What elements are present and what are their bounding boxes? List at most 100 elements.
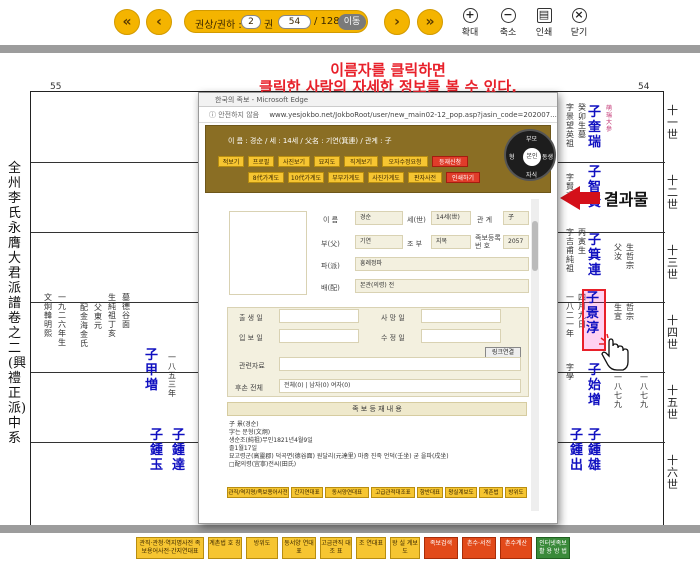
person-name[interactable]: 子 奎 瑞 [588,105,602,150]
generation-label: 十一世 [667,104,678,141]
person-name[interactable]: 子 甲 増 [145,348,159,393]
bottom-button[interactable]: 고금관직 대 조 표 [320,537,352,559]
era-table-button[interactable]: 동서양연대표 [325,487,369,498]
page-input[interactable]: 54 [278,15,311,29]
print-popup-button[interactable]: 인쇄하기 [446,172,480,183]
office-compare-button[interactable]: 고급관적대조표 [371,487,415,498]
pointer-hand-icon [599,333,629,371]
couple-tree-button[interactable]: 부부가계도 [328,172,364,183]
royal-lineage-button[interactable]: 왕실계보도 [445,487,477,498]
note-line: 생순조(純祖)무인1821년4월9일 [229,437,313,444]
zoom-out-button[interactable]: − 축소 [493,8,523,38]
person-name[interactable]: 子 鍾 雄 [588,428,602,473]
name-value: 경순 [355,211,403,225]
entry-text: 一八五三年 [168,353,176,398]
plus-icon: + [462,8,478,23]
bottom-button[interactable]: 인터넷족보 활 용 방 법 [536,537,570,559]
person-name[interactable]: 子 鍾 玉 [150,428,164,473]
go-button[interactable]: 이동 [338,14,366,30]
volume-unit: 권 [264,20,274,31]
arrow-shaft [578,192,600,204]
generation-label: 十四世 [667,314,678,351]
grave-map-button[interactable]: 묘지도 [314,156,340,167]
bottom-button[interactable]: 족보검색 [424,537,458,559]
entry-text: 生宣 [614,303,622,321]
bottom-button[interactable]: 촌수계산 [500,537,532,559]
lineage-view-button[interactable]: 직계보기 [344,156,378,167]
hangban-button[interactable]: 항반대표 [417,487,443,498]
top-toolbar: « ‹ 권상/권하 : 2 권 54 / 1283 이동 › » + 확대 − … [0,0,700,45]
relation-wheel[interactable]: 부모 형 동생 자식 본인 [504,129,556,181]
fix-date-label: 수 정 일 [381,334,405,342]
first-page-button[interactable]: « [114,9,140,35]
bottom-menu-bar: 관직·관청·역지명사전 족보용어사전·간지연대표 계촌법 호 칭 방위도 동서양… [0,533,700,565]
dictionary-button[interactable]: 판자사전 [408,172,442,183]
entry-text: 墓德谷面 [122,293,130,329]
wheel-younger-sibling[interactable]: 동생 [542,152,553,161]
fix-date-value [421,329,501,343]
entry-text: 字吉甫純祖 [566,228,574,273]
person-name[interactable]: 子 鍾 達 [172,428,186,473]
office-dictionary-button[interactable]: 관직/역지명/족보용어사전 [227,487,289,498]
entry-text: 丙寅生 [578,228,586,255]
zoom-in-button[interactable]: + 확대 [455,8,485,38]
page-navigator: 권상/권하 : 2 권 54 / 1283 이동 [184,10,368,33]
register-request-button[interactable]: 등재신청 [432,156,468,167]
person-name[interactable]: 子 鍾 出 [570,428,584,473]
related-value [279,357,521,371]
birth-value [279,309,359,323]
record-notes: 子 景(경순) 字는 문형(文炯) 생순조(純祖)무인1821년4월9일 졸1월… [229,421,519,469]
print-button[interactable]: ▤ 인쇄 [529,8,559,38]
book-title: 全州李氏永膺大君派譜 卷之二 (興禮正派) 中系 [8,161,27,446]
family-tree-10-button[interactable]: 10代가계도 [288,172,324,183]
entry-text: 文炯韓明熙 [44,293,52,338]
zoom-in-label: 확대 [461,28,479,38]
last-page-button[interactable]: » [417,9,443,35]
bottom-button[interactable]: 왕 실 계보도 [390,537,420,559]
highlighted-name[interactable]: 子 景 淳 [586,291,602,336]
father-label: 부(父) [321,240,340,248]
kinship-button[interactable]: 계촌법 [479,487,503,498]
result-label: 결과물 [604,190,649,209]
photo-tree-button[interactable]: 사진가계도 [368,172,404,183]
next-page-button[interactable]: › [384,9,410,35]
adopt-label: 입 보 일 [239,334,263,342]
wheel-older-sibling[interactable]: 형 [509,152,515,161]
bottom-button[interactable]: 방위도 [246,537,278,559]
death-value [421,309,501,323]
generation-label: 十三世 [667,244,678,281]
bottom-button[interactable]: 촌수·서전 [462,537,496,559]
direction-button[interactable]: 방위도 [505,487,527,498]
grandfather-label: 조 부 [407,240,423,248]
person-name[interactable]: 子 箕 連 [588,233,602,278]
result-callout: 결과물 [554,180,684,216]
typo-fix-request-button[interactable]: 오자수정요청 [382,156,428,167]
generation-label: 十五世 [667,384,678,421]
wheel-parent[interactable]: 부모 [526,134,537,143]
entry-text: 生哲宗 [626,243,634,270]
popup-address-bar[interactable]: ⓘ 안전하지 않음 www.yesjokbo.net/JokboRoot/use… [199,107,557,123]
photo-view-button[interactable]: 사진보기 [278,156,310,167]
person-summary: 이 름 : 경순 / 세 : 14세 / 父名 : 기연(箕連) / 관계 : … [228,137,392,145]
wheel-child[interactable]: 자식 [526,170,537,179]
jokbo-view-button[interactable]: 적보기 [218,156,244,167]
bottom-button[interactable]: 계촌법 호 칭 [208,537,242,559]
descendants-label: 후손 전체 [235,384,263,392]
bottom-button[interactable]: 동서양 연대표 [282,537,316,559]
entry-text: 一八七九 [640,373,648,409]
wheel-self[interactable]: 본인 [523,148,541,166]
scroll-thumb[interactable] [532,221,538,271]
profile-button[interactable]: 프로필 [248,156,274,167]
bottom-button[interactable]: 관직·관청·역지명사전 족보용어사전·간지연대표 [136,537,204,559]
popup-url: www.yesjokbo.net/JokboRoot/user/new_main… [269,111,557,119]
entry-text: 一八二一年 [566,293,574,338]
family-tree-8-button[interactable]: 8代가계도 [248,172,284,183]
prev-page-button[interactable]: ‹ [146,9,172,35]
volume-select[interactable]: 2 [241,15,261,29]
popup-scrollbar[interactable] [531,199,539,511]
entry-text: 癸卯生墓 [578,103,586,139]
bottom-button[interactable]: 조 연대표 [356,537,386,559]
person-detail-popup: 한국의 족보 - Microsoft Edge ⓘ 안전하지 않음 www.ye… [198,92,558,524]
close-button[interactable]: × 닫기 [564,8,594,38]
ganji-table-button[interactable]: 간지연대표 [291,487,323,498]
